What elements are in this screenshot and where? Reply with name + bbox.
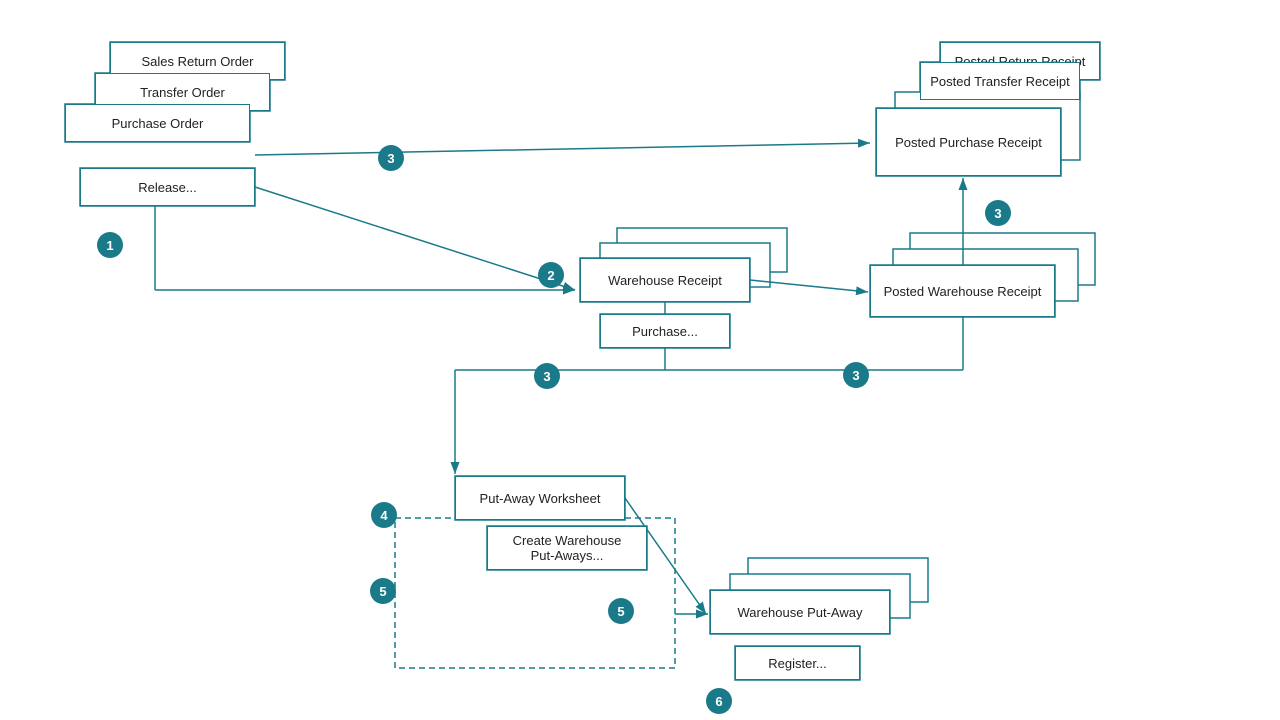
badge-3b: 3: [985, 200, 1011, 226]
badge-3c: 3: [534, 363, 560, 389]
purchase-order-box: Purchase Order: [65, 104, 250, 142]
badge-6: 6: [706, 688, 732, 714]
warehouse-receipt-box: Warehouse Receipt: [580, 258, 750, 302]
badge-4: 4: [371, 502, 397, 528]
posted-warehouse-receipt-box: Posted Warehouse Receipt: [870, 265, 1055, 317]
purchase-sub-box: Purchase...: [600, 314, 730, 348]
badge-2: 2: [538, 262, 564, 288]
posted-transfer-receipt-box: Posted Transfer Receipt: [920, 62, 1080, 100]
badge-1: 1: [97, 232, 123, 258]
badge-5a: 5: [370, 578, 396, 604]
put-away-worksheet-box: Put-Away Worksheet: [455, 476, 625, 520]
badge-5b: 5: [608, 598, 634, 624]
diagram-container: Sales Return Order Transfer Order Purcha…: [0, 0, 1280, 720]
badge-3d: 3: [843, 362, 869, 388]
register-box: Register...: [735, 646, 860, 680]
create-wh-putaways-box: Create Warehouse Put-Aways...: [487, 526, 647, 570]
badge-3a: 3: [378, 145, 404, 171]
posted-purchase-receipt-box: Posted Purchase Receipt: [876, 108, 1061, 176]
warehouse-putaway-box: Warehouse Put-Away: [710, 590, 890, 634]
release-box: Release...: [80, 168, 255, 206]
